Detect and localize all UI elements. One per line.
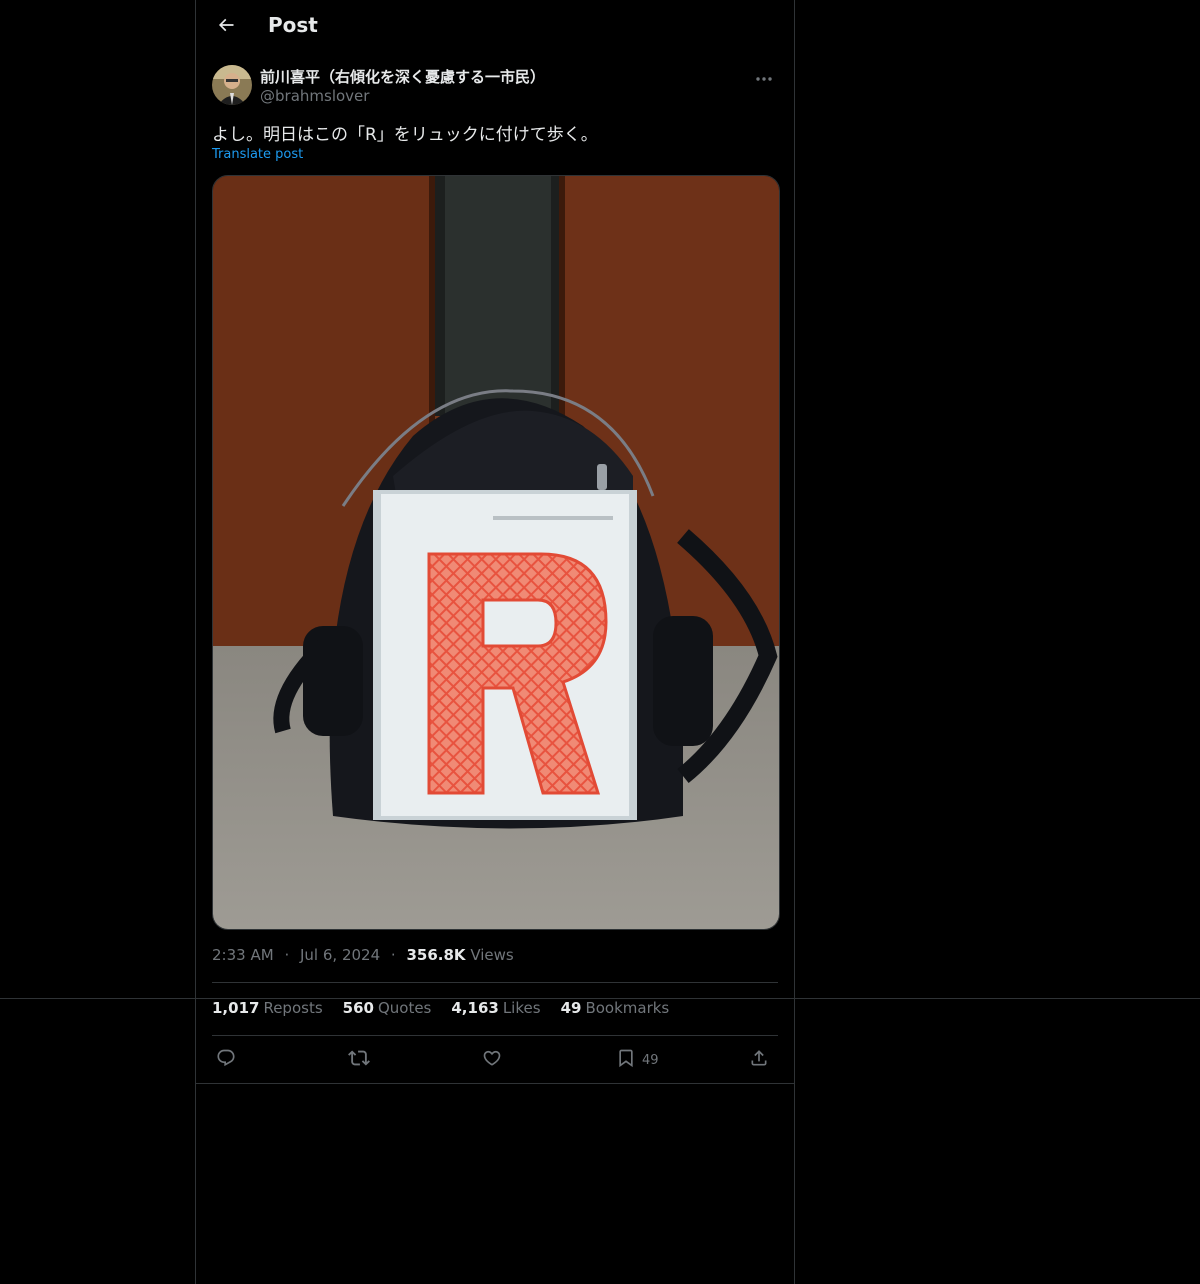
bookmark-button[interactable]: 49 [616,1046,659,1074]
bookmark-count: 49 [642,1052,659,1068]
likes-count: 4,163 [451,999,499,1017]
views-label: Views [470,946,514,964]
bookmarks-label: Bookmarks [585,999,670,1017]
post-column: Post 前川喜平（右傾化を深く憂慮する一市民） @brahmslover よし… [195,0,795,1284]
post-date[interactable]: Jul 6, 2024 [300,946,380,964]
post-meta: 2:33 AM · Jul 6, 2024 · 356.8K Views [212,946,514,964]
post-text: よし。明日はこの「R」をリュックに付けて歩く。 [212,125,598,145]
heart-icon [482,1048,502,1072]
translate-post-link[interactable]: Translate post [212,147,303,162]
share-button[interactable] [749,1046,769,1074]
more-options-button[interactable] [750,66,778,86]
bookmark-icon [616,1048,636,1072]
divider [196,1083,794,1084]
repost-button[interactable] [348,1046,370,1074]
reply-button[interactable] [216,1046,236,1074]
more-horizontal-icon [755,67,773,86]
post-image[interactable] [212,175,780,930]
likes-label: Likes [502,999,541,1017]
reply-icon [216,1048,236,1072]
quotes-stat[interactable]: 560 Quotes [343,999,432,1017]
author-handle[interactable]: @brahmslover [260,87,369,105]
bookmarks-stat[interactable]: 49 Bookmarks [561,999,670,1017]
post-author: 前川喜平（右傾化を深く憂慮する一市民） @brahmslover [212,64,778,108]
post-time[interactable]: 2:33 AM [212,946,274,964]
divider [212,1035,778,1036]
reposts-count: 1,017 [212,999,260,1017]
bookmarks-count: 49 [560,999,582,1017]
repost-icon [348,1047,370,1073]
page-title: Post [268,13,318,37]
arrow-left-icon [216,15,236,39]
meta-separator: · [390,946,396,964]
post-header: Post [196,0,794,54]
quotes-label: Quotes [377,999,432,1017]
reposts-label: Reposts [263,999,323,1017]
reposts-stat[interactable]: 1,017 Reposts [212,999,323,1017]
like-button[interactable] [482,1046,502,1074]
avatar[interactable] [212,65,252,105]
post-stats: 1,017 Reposts 560 Quotes 4,163 Likes 49 Book… [212,999,669,1017]
back-button[interactable] [210,11,242,43]
likes-stat[interactable]: 4,163 Likes [451,999,540,1017]
views-count: 356.8K [406,946,466,964]
share-icon [749,1048,769,1072]
action-bar: 49 [212,1040,778,1080]
quotes-count: 560 [342,999,374,1017]
meta-separator: · [284,946,290,964]
divider [212,982,778,983]
author-display-name[interactable]: 前川喜平（右傾化を深く憂慮する一市民） [260,66,545,87]
